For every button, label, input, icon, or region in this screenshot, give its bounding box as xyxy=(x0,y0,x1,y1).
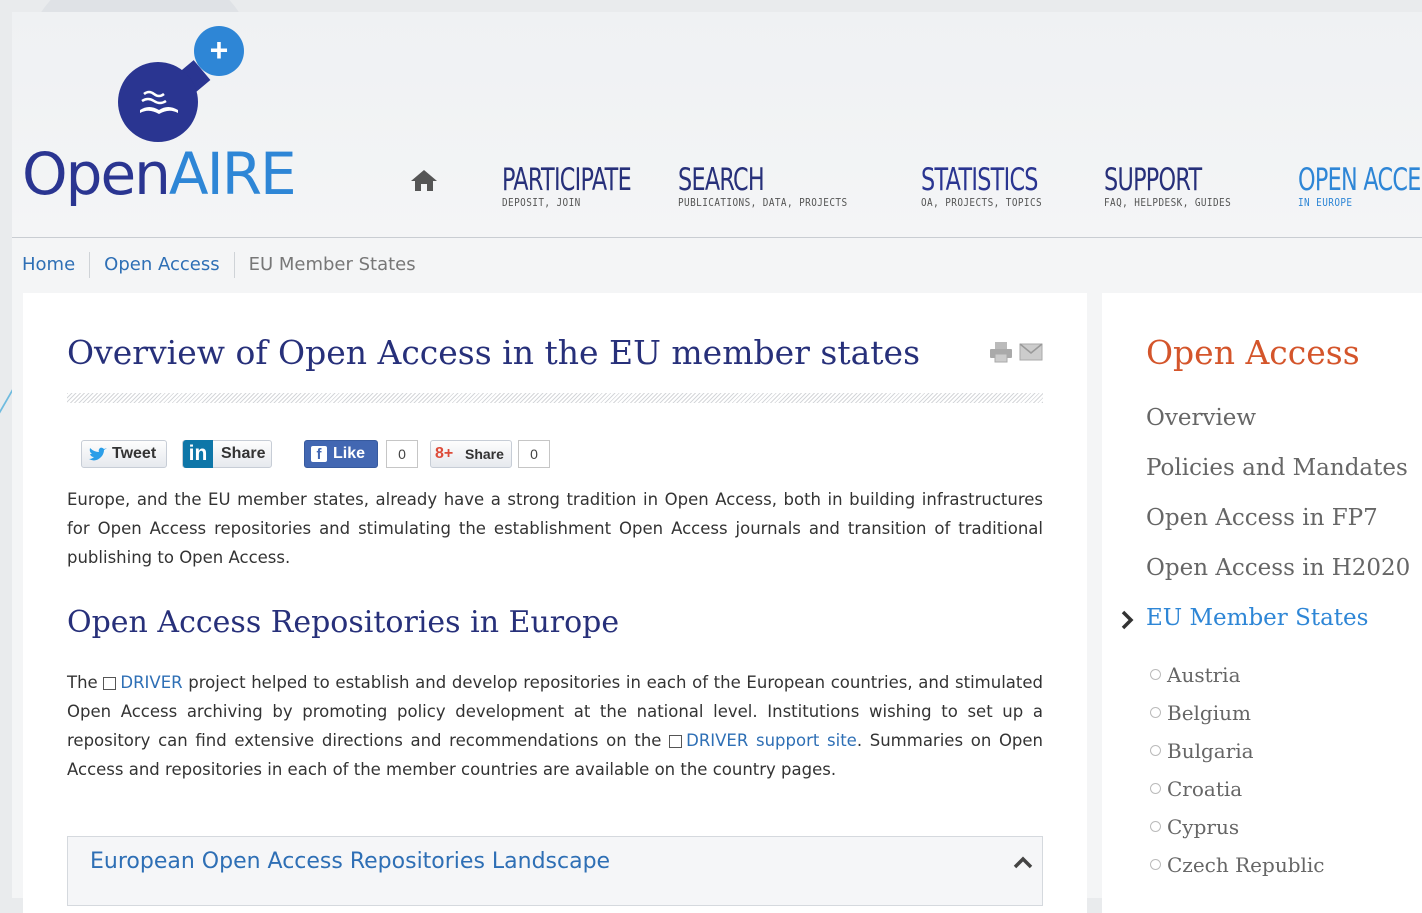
section-heading: Open Access Repositories in Europe xyxy=(67,605,620,640)
google-plus-share-button[interactable]: 8+ Share xyxy=(430,440,512,468)
home-icon[interactable] xyxy=(410,168,438,192)
google-plus-icon: 8+ xyxy=(435,445,454,462)
page: + OpenAIRE PARTICIPATE DEPOSIT, JOIN SEA… xyxy=(12,12,1422,913)
sidebar-item-eu-member-states[interactable]: EU Member States xyxy=(1146,605,1368,631)
email-icon[interactable] xyxy=(1019,343,1043,361)
logo-text-open: Open xyxy=(22,140,171,208)
sidebar-item-fp7[interactable]: Open Access in FP7 xyxy=(1146,505,1378,531)
sidebar-item-h2020[interactable]: Open Access in H2020 xyxy=(1146,555,1410,581)
sidebar-item-policies[interactable]: Policies and Mandates xyxy=(1146,455,1408,481)
country-label: Czech Republic xyxy=(1167,853,1325,877)
country-label: Cyprus xyxy=(1167,815,1240,839)
intro-paragraph: Europe, and the EU member states, alread… xyxy=(67,490,1043,567)
nav-subtitle: IN EUROPE xyxy=(1298,196,1353,209)
nav-subtitle: OA, PROJECTS, TOPICS xyxy=(921,196,1043,209)
facebook-like-label: Like xyxy=(333,445,366,462)
country-item[interactable]: Austria xyxy=(1150,663,1241,687)
repositories-landscape-accordion[interactable]: European Open Access Repositories Landsc… xyxy=(67,836,1043,906)
sidebar-item-overview[interactable]: Overview xyxy=(1146,405,1256,431)
linkedin-icon: in xyxy=(183,440,213,468)
nav-title: STATISTICS xyxy=(921,162,1038,198)
facebook-like-button[interactable]: f Like xyxy=(304,440,378,468)
plus-icon: + xyxy=(194,26,244,76)
print-icon[interactable] xyxy=(989,341,1013,363)
country-label: Austria xyxy=(1167,663,1241,687)
google-plus-share-count: 0 xyxy=(518,440,550,468)
tweet-label: Tweet xyxy=(112,445,157,462)
bullet-icon xyxy=(1150,707,1161,718)
sidebar: Open Access Overview Policies and Mandat… xyxy=(1102,293,1422,913)
page-title: Overview of Open Access in the EU member… xyxy=(67,333,921,372)
facebook-like-count: 0 xyxy=(386,440,418,468)
repositories-paragraph: The DRIVER project helped to establish a… xyxy=(67,668,1043,784)
bullet-icon xyxy=(1150,745,1161,756)
nav-title: OPEN ACCESS xyxy=(1298,162,1422,198)
nav-statistics[interactable]: STATISTICS OA, PROJECTS, TOPICS xyxy=(921,162,1083,209)
country-item[interactable]: Czech Republic xyxy=(1150,853,1325,877)
nav-subtitle: DEPOSIT, JOIN xyxy=(502,196,581,209)
google-plus-share-label: Share xyxy=(465,446,504,462)
country-item[interactable]: Bulgaria xyxy=(1150,739,1254,763)
nav-subtitle: PUBLICATIONS, DATA, PROJECTS xyxy=(678,196,848,209)
breadcrumb-current: EU Member States xyxy=(248,254,416,275)
country-label: Croatia xyxy=(1167,777,1243,801)
title-divider xyxy=(67,393,1043,403)
nav-title: SEARCH xyxy=(678,162,765,198)
external-link-icon xyxy=(103,677,117,690)
main-content: Overview of Open Access in the EU member… xyxy=(23,293,1087,913)
sidebar-title: Open Access xyxy=(1146,333,1360,372)
bullet-icon xyxy=(1150,669,1161,680)
nav-title: SUPPORT xyxy=(1104,162,1202,198)
bullet-icon xyxy=(1150,821,1161,832)
text: The xyxy=(67,673,104,692)
nav-subtitle: FAQ, HELPDESK, GUIDES xyxy=(1104,196,1232,209)
chevron-up-icon[interactable] xyxy=(1013,855,1033,869)
breadcrumb-open-access[interactable]: Open Access xyxy=(104,254,219,275)
bullet-icon xyxy=(1150,783,1161,794)
chevron-right-icon xyxy=(1121,610,1134,630)
breadcrumb-home[interactable]: Home xyxy=(22,254,75,275)
breadcrumb: Home Open Access EU Member States xyxy=(22,252,416,278)
bullet-icon xyxy=(1150,859,1161,870)
driver-support-site-link[interactable]: DRIVER support site xyxy=(686,731,857,750)
linkedin-share-button[interactable]: in Share xyxy=(182,440,272,468)
nav-open-access[interactable]: OPEN ACCESS IN EUROPE xyxy=(1298,162,1422,209)
facebook-icon: f xyxy=(311,446,327,463)
logo-text-aire: AIRE xyxy=(168,140,297,208)
header: + OpenAIRE PARTICIPATE DEPOSIT, JOIN SEA… xyxy=(12,12,1422,238)
twitter-icon xyxy=(89,447,107,461)
country-item[interactable]: Croatia xyxy=(1150,777,1242,801)
nav-support[interactable]: SUPPORT FAQ, HELPDESK, GUIDES xyxy=(1104,162,1254,209)
accordion-title: European Open Access Repositories Landsc… xyxy=(90,849,611,874)
country-item[interactable]: Belgium xyxy=(1150,701,1251,725)
openaire-logo[interactable]: + OpenAIRE xyxy=(22,20,297,210)
linkedin-share-label: Share xyxy=(221,445,266,462)
tweet-button[interactable]: Tweet xyxy=(81,440,167,468)
driver-link[interactable]: DRIVER xyxy=(120,673,182,692)
country-label: Belgium xyxy=(1167,701,1251,725)
nav-title: PARTICIPATE xyxy=(502,162,632,198)
nav-participate[interactable]: PARTICIPATE DEPOSIT, JOIN xyxy=(502,162,681,209)
country-label: Bulgaria xyxy=(1167,739,1254,763)
breadcrumb-separator xyxy=(233,252,235,278)
external-link-icon xyxy=(669,735,683,748)
logo-wordmark: OpenAIRE xyxy=(22,140,297,208)
book-waves-icon xyxy=(140,90,178,114)
nav-search[interactable]: SEARCH PUBLICATIONS, DATA, PROJECTS xyxy=(678,162,877,209)
breadcrumb-separator xyxy=(89,252,91,278)
country-item[interactable]: Cyprus xyxy=(1150,815,1239,839)
